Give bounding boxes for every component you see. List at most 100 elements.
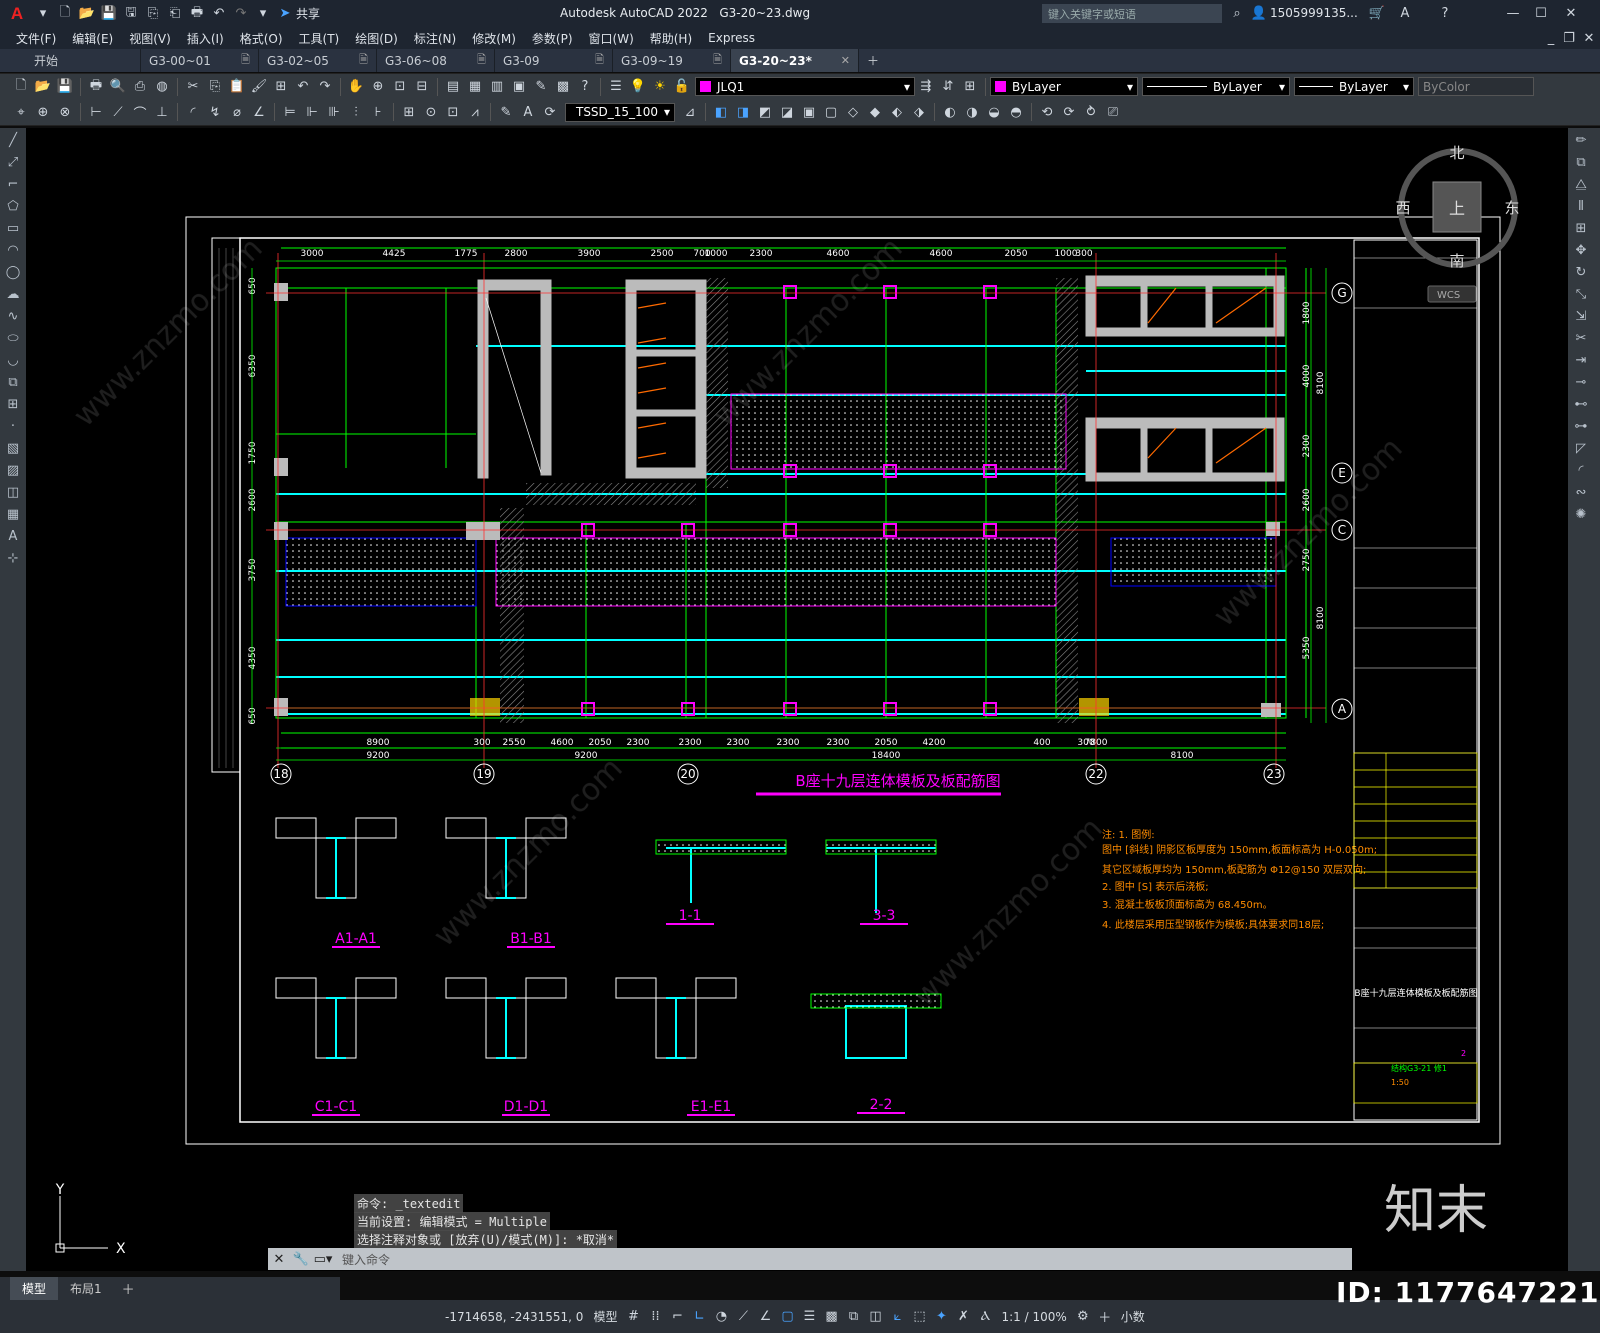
- menu-file[interactable]: 文件(F): [8, 30, 64, 47]
- menu-help[interactable]: 帮助(H): [642, 30, 700, 47]
- paste-icon[interactable]: 📋: [228, 78, 246, 96]
- view-left-icon[interactable]: ◩: [756, 103, 774, 121]
- view-front-icon[interactable]: ▣: [800, 103, 818, 121]
- construction-line-icon[interactable]: ⤢: [3, 152, 23, 172]
- chamfer-icon[interactable]: ◸: [1571, 438, 1591, 458]
- tab-close-icon[interactable]: 🗎: [713, 51, 722, 70]
- annotation-scale[interactable]: 1:1 / 100%: [996, 1306, 1071, 1328]
- dim-edit-icon[interactable]: ✎: [497, 103, 515, 121]
- doc-close-icon[interactable]: ✕: [1580, 29, 1598, 47]
- dim-aligned-icon[interactable]: ⟋: [109, 103, 127, 121]
- baseline-icon[interactable]: ⊩: [303, 103, 321, 121]
- visual-2d-icon[interactable]: ◐: [941, 103, 959, 121]
- zoom-realtime-icon[interactable]: ⊕: [369, 78, 387, 96]
- tab-layout1[interactable]: 布局1: [58, 1277, 114, 1300]
- user-name[interactable]: 1505999135...: [1270, 6, 1358, 20]
- new-file-icon[interactable]: 🗋: [56, 5, 74, 23]
- viewcube-top[interactable]: 上: [1449, 199, 1465, 218]
- design-center-icon[interactable]: ▦: [466, 78, 484, 96]
- minimize-icon[interactable]: —: [1504, 4, 1522, 22]
- new-tab-button[interactable]: ＋: [859, 49, 887, 72]
- model-space-canvas[interactable]: 3000 4425 1775 2800 3900 2500 700 1000 2300 4600 4…: [26, 128, 1568, 1271]
- sheet-set-icon[interactable]: ▣: [510, 78, 528, 96]
- move-icon[interactable]: ✥: [1571, 240, 1591, 260]
- layer-states-icon[interactable]: ⊞: [961, 78, 979, 96]
- add-layout-button[interactable]: ＋: [114, 1276, 143, 1301]
- menu-express[interactable]: Express: [700, 31, 763, 45]
- save-icon[interactable]: 💾: [100, 5, 118, 23]
- insert-block-icon[interactable]: ⧉: [3, 372, 23, 392]
- menu-parametric[interactable]: 参数(P): [524, 30, 581, 47]
- tolerance-icon[interactable]: ⊞: [400, 103, 418, 121]
- undo-icon[interactable]: ↶: [294, 78, 312, 96]
- doc-minimize-icon[interactable]: _: [1542, 29, 1560, 47]
- close-command-icon[interactable]: ✕: [270, 1250, 288, 1268]
- command-input[interactable]: 键入命令: [342, 1251, 390, 1268]
- view-right-icon[interactable]: ◪: [778, 103, 796, 121]
- polar-icon[interactable]: ◔: [712, 1308, 730, 1326]
- linetype-select[interactable]: ByLayer ▾: [1142, 77, 1290, 96]
- rotate-icon[interactable]: ↻: [1571, 262, 1591, 282]
- add-selected-icon[interactable]: ⊹: [3, 548, 23, 568]
- view-se-iso-icon[interactable]: ◆: [866, 103, 884, 121]
- open-file-icon[interactable]: 📂: [78, 5, 96, 23]
- workspace-gear-icon[interactable]: ⚙: [1074, 1308, 1092, 1326]
- viewcube-west[interactable]: 西: [1395, 199, 1410, 217]
- visual-wire-icon[interactable]: ◑: [963, 103, 981, 121]
- dimtedit-icon[interactable]: A: [519, 103, 537, 121]
- help-icon[interactable]: ?: [1436, 4, 1454, 22]
- erase-icon[interactable]: ✏: [1571, 130, 1591, 150]
- web-open-icon[interactable]: ⎘: [144, 5, 162, 23]
- viewcube-east[interactable]: 东: [1504, 199, 1519, 217]
- tab-close-icon[interactable]: 🗎: [359, 51, 368, 70]
- blend-icon[interactable]: ∾: [1571, 482, 1591, 502]
- world-icon[interactable]: ⊕: [34, 103, 52, 121]
- dimstyle-icon[interactable]: ⊿: [681, 103, 699, 121]
- customize-icon[interactable]: ▾: [254, 5, 272, 23]
- doc-restore-icon[interactable]: ❐: [1560, 29, 1578, 47]
- extend-icon[interactable]: ⇥: [1571, 350, 1591, 370]
- dim-break-icon[interactable]: ⊦: [369, 103, 387, 121]
- free-orbit-icon[interactable]: ⟳: [1060, 103, 1078, 121]
- block-editor-icon[interactable]: ⊞: [272, 78, 290, 96]
- 3d-osnap-icon[interactable]: ◫: [866, 1308, 884, 1326]
- menu-tools[interactable]: 工具(T): [291, 30, 348, 47]
- dim-space-icon[interactable]: ⫶: [347, 103, 365, 121]
- markup-icon[interactable]: ✎: [532, 78, 550, 96]
- mtext-icon[interactable]: A: [3, 526, 23, 546]
- units-display[interactable]: 小数: [1116, 1306, 1150, 1328]
- lightbulb-icon[interactable]: 💡: [629, 78, 647, 96]
- dim-radius-icon[interactable]: ◜: [184, 103, 202, 121]
- view-back-icon[interactable]: ▢: [822, 103, 840, 121]
- menu-view[interactable]: 视图(V): [121, 30, 179, 47]
- open-icon[interactable]: 📂: [34, 78, 52, 96]
- annotation-visibility-icon[interactable]: ✗: [954, 1308, 972, 1326]
- tool-palettes-icon[interactable]: ▥: [488, 78, 506, 96]
- tab-start[interactable]: 开始: [26, 49, 141, 72]
- menu-dimension[interactable]: 标注(N): [406, 30, 464, 47]
- ellipse-arc-icon[interactable]: ◡: [3, 350, 23, 370]
- save-as-icon[interactable]: 🖫: [122, 5, 140, 23]
- continue-icon[interactable]: ⊪: [325, 103, 343, 121]
- fillet-icon[interactable]: ◜: [1571, 460, 1591, 480]
- menu-modify[interactable]: 修改(M): [464, 30, 524, 47]
- 3d-dwf-icon[interactable]: ◍: [153, 78, 171, 96]
- scale-icon[interactable]: ⤡: [1571, 284, 1591, 304]
- region-icon[interactable]: ◫: [3, 482, 23, 502]
- coordinates[interactable]: -1714658, -2431551, 0: [440, 1306, 588, 1328]
- transparency-icon[interactable]: ▩: [822, 1308, 840, 1326]
- copy-object-icon[interactable]: ⧉: [1571, 152, 1591, 172]
- view-bottom-icon[interactable]: ◨: [734, 103, 752, 121]
- menu-edit[interactable]: 编辑(E): [64, 30, 121, 47]
- selection-filter-icon[interactable]: ⬚: [910, 1308, 928, 1326]
- model-space-toggle[interactable]: 模型: [588, 1306, 622, 1328]
- snap-icon[interactable]: ⁞⁞: [646, 1308, 664, 1326]
- tab-close-icon[interactable]: 🗎: [477, 51, 486, 70]
- search-icon[interactable]: ⌕: [1228, 4, 1246, 22]
- menu-insert[interactable]: 插入(I): [179, 30, 232, 47]
- explode-icon[interactable]: ✺: [1571, 504, 1591, 524]
- osnap-icon[interactable]: ▢: [778, 1308, 796, 1326]
- mirror-icon[interactable]: ⧋: [1571, 174, 1591, 194]
- grid-icon[interactable]: #: [624, 1308, 642, 1326]
- tab-g3-20-23[interactable]: G3-20~23* ✕: [731, 49, 859, 72]
